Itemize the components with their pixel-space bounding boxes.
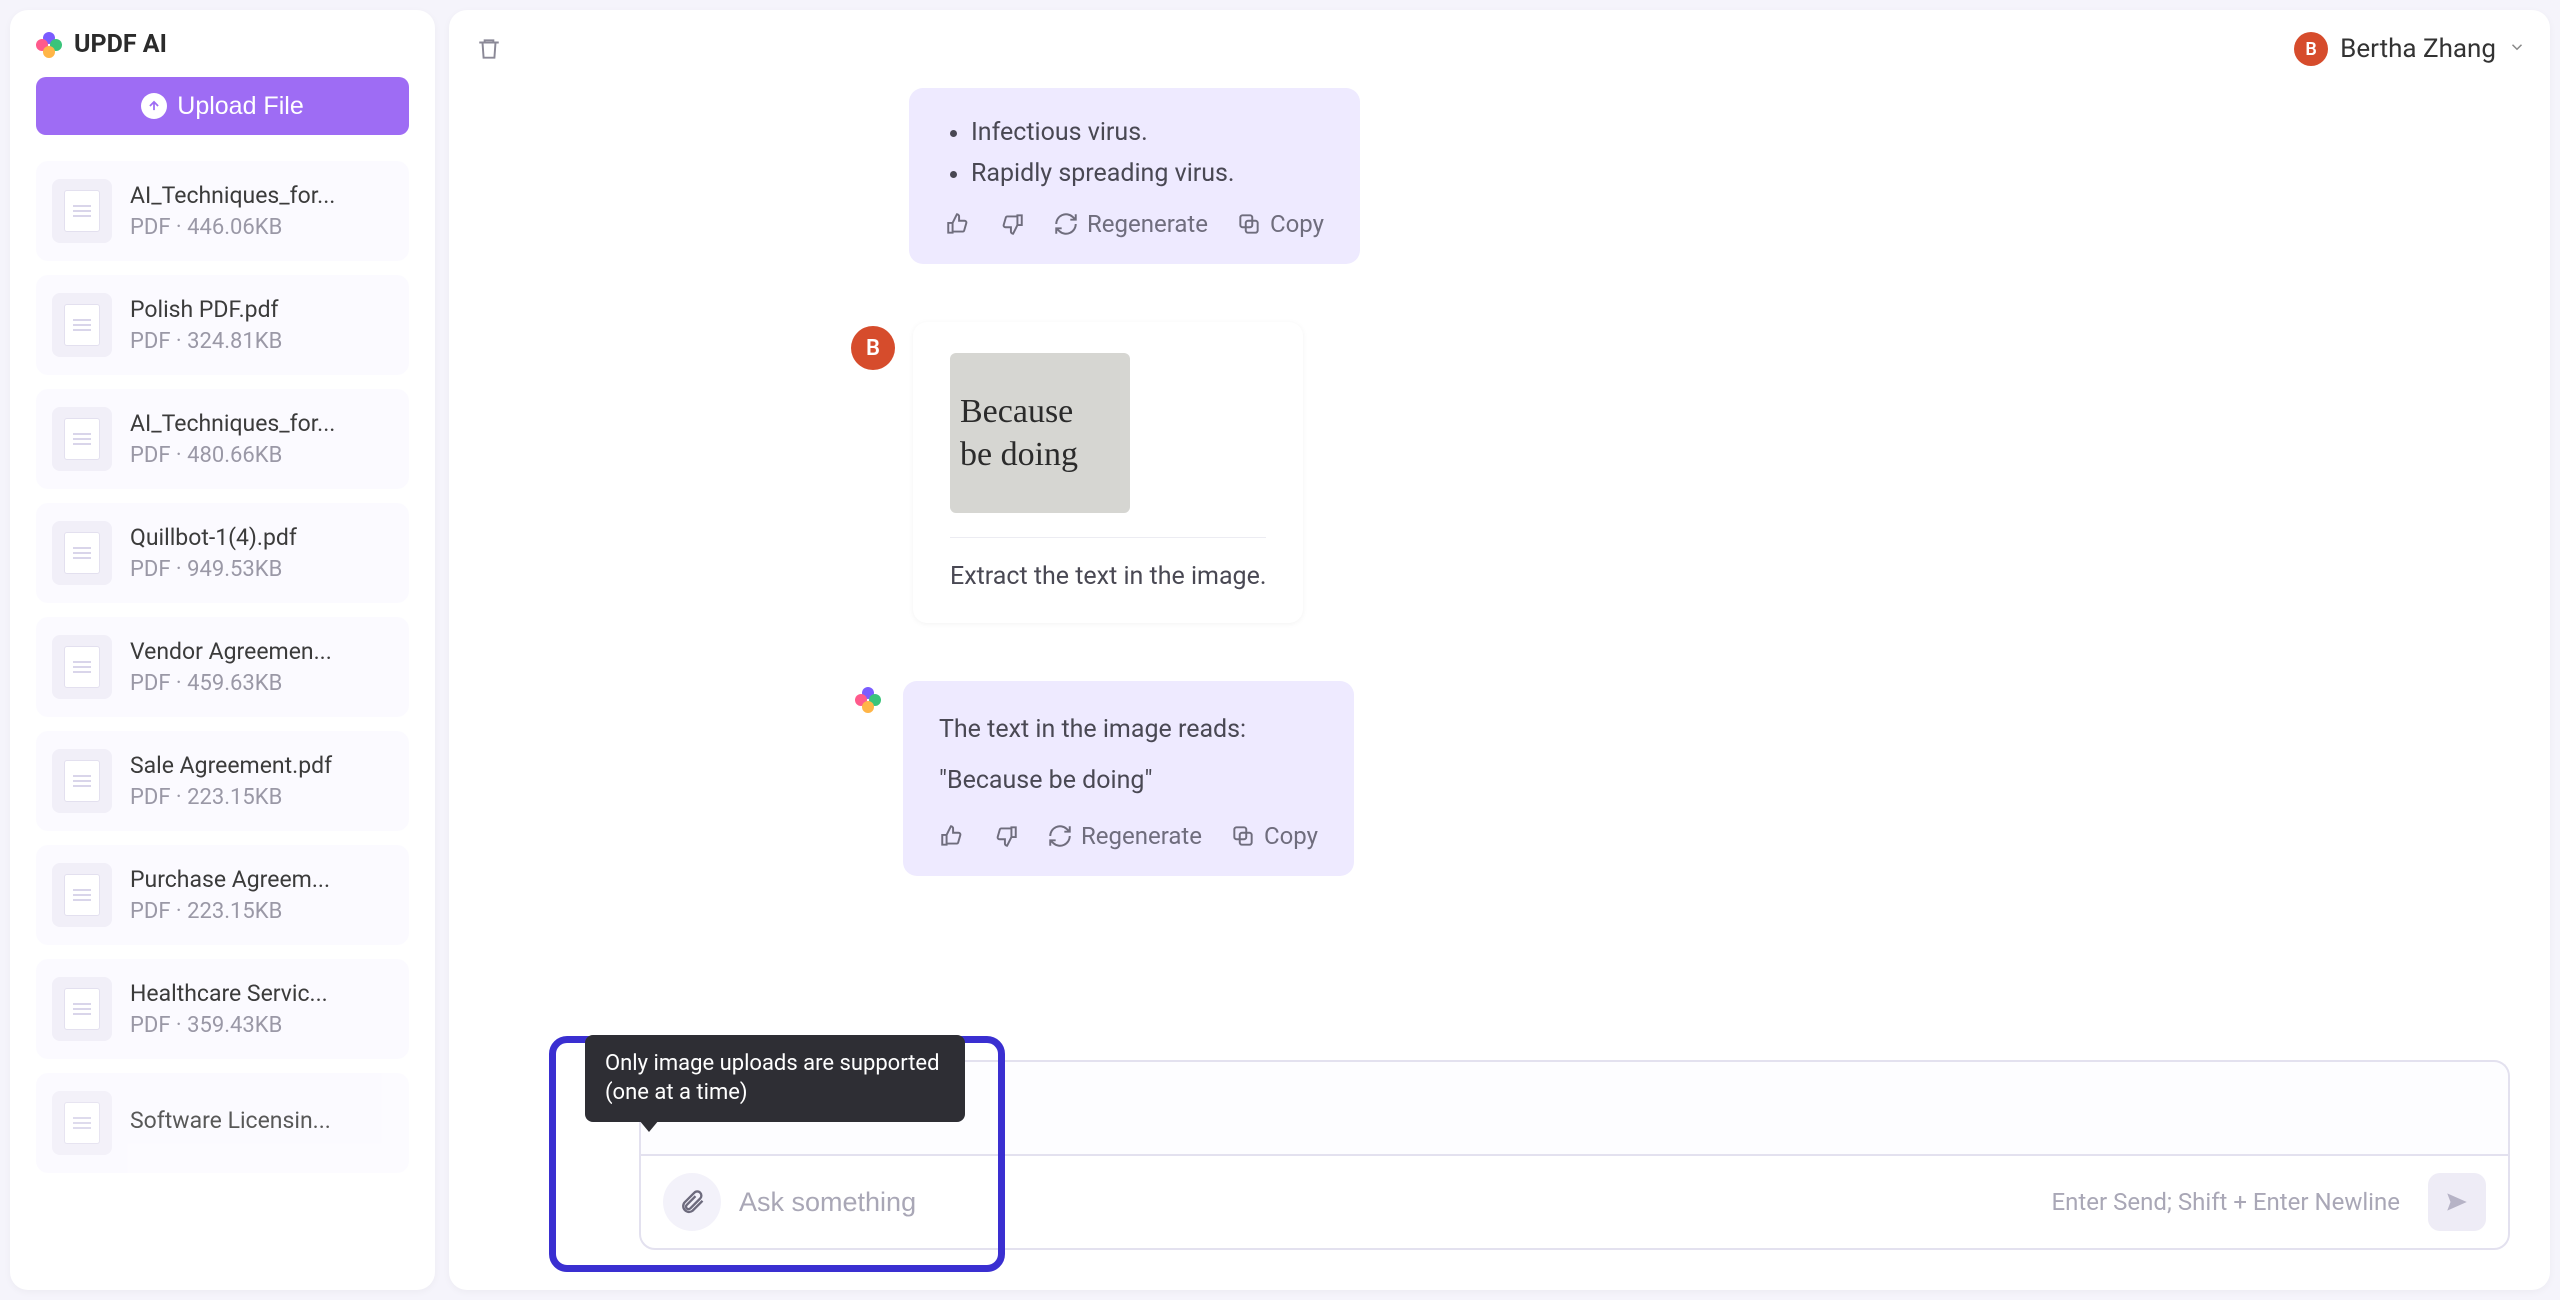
- thumbs-down-icon: [993, 823, 1019, 849]
- delete-button[interactable]: [473, 33, 505, 65]
- copy-button[interactable]: Copy: [1230, 822, 1318, 850]
- regenerate-label: Regenerate: [1081, 822, 1202, 850]
- trash-icon: [476, 36, 502, 62]
- file-name: Purchase Agreem...: [130, 866, 393, 893]
- file-list: AI_Techniques_for... PDF · 446.06KB Poli…: [36, 161, 409, 1270]
- thumbs-down-icon: [999, 211, 1025, 237]
- copy-icon: [1236, 211, 1262, 237]
- file-item[interactable]: Healthcare Servic... PDF · 359.43KB: [36, 959, 409, 1059]
- copy-label: Copy: [1264, 822, 1318, 850]
- file-name: Software Licensin...: [130, 1107, 393, 1134]
- file-name: Polish PDF.pdf: [130, 296, 393, 323]
- input-hint: Enter Send; Shift + Enter Newline: [2052, 1188, 2400, 1216]
- assistant-text: "Because be doing": [939, 762, 1318, 800]
- user-message: Because be doing Extract the text in the…: [913, 322, 1303, 623]
- file-name: Vendor Agreemen...: [130, 638, 393, 665]
- message-actions: Regenerate Copy: [939, 822, 1318, 850]
- main-panel: B Bertha Zhang Infectious virus. Rapidly…: [449, 10, 2550, 1290]
- thumbs-up-icon: [945, 211, 971, 237]
- image-text-line: Because: [960, 393, 1120, 430]
- brand-title: UPDF AI: [74, 30, 167, 59]
- copy-button[interactable]: Copy: [1236, 210, 1324, 238]
- file-meta: PDF · 459.63KB: [130, 671, 393, 696]
- thumbs-up-icon: [939, 823, 965, 849]
- file-icon: [52, 749, 112, 813]
- regenerate-label: Regenerate: [1087, 210, 1208, 238]
- file-item[interactable]: AI_Techniques_for... PDF · 446.06KB: [36, 161, 409, 261]
- upload-label: Upload File: [177, 92, 303, 121]
- file-meta: PDF · 223.15KB: [130, 785, 393, 810]
- user-name: Bertha Zhang: [2340, 34, 2496, 64]
- file-icon: [52, 863, 112, 927]
- image-text-line: be doing: [960, 436, 1120, 473]
- file-item[interactable]: AI_Techniques_for... PDF · 480.66KB: [36, 389, 409, 489]
- file-meta: PDF · 359.43KB: [130, 1013, 393, 1038]
- file-icon: [52, 293, 112, 357]
- assistant-bullet: Infectious virus.: [971, 118, 1324, 147]
- file-name: Quillbot-1(4).pdf: [130, 524, 393, 551]
- input-bar: Enter Send; Shift + Enter Newline: [639, 1154, 2510, 1250]
- message-actions: Regenerate Copy: [945, 210, 1324, 238]
- file-item[interactable]: Quillbot-1(4).pdf PDF · 949.53KB: [36, 503, 409, 603]
- file-meta: PDF · 324.81KB: [130, 329, 393, 354]
- message-input[interactable]: [739, 1187, 2034, 1218]
- file-icon: [52, 521, 112, 585]
- upload-button[interactable]: Upload File: [36, 77, 409, 135]
- file-name: Healthcare Servic...: [130, 980, 393, 1007]
- paperclip-icon: [678, 1188, 706, 1216]
- attach-button[interactable]: [663, 1173, 721, 1231]
- assistant-avatar-icon: [855, 687, 885, 717]
- refresh-icon: [1047, 823, 1073, 849]
- refresh-icon: [1053, 211, 1079, 237]
- file-icon: [52, 1091, 112, 1155]
- file-item[interactable]: Purchase Agreem... PDF · 223.15KB: [36, 845, 409, 945]
- file-name: Sale Agreement.pdf: [130, 752, 393, 779]
- copy-label: Copy: [1270, 210, 1324, 238]
- assistant-text: The text in the image reads:: [939, 711, 1318, 749]
- assistant-bullet: Rapidly spreading virus.: [971, 159, 1324, 188]
- file-icon: [52, 977, 112, 1041]
- brand-logo-icon: [36, 32, 62, 58]
- file-item[interactable]: Software Licensin...: [36, 1073, 409, 1173]
- file-meta: PDF · 480.66KB: [130, 443, 393, 468]
- file-name: AI_Techniques_for...: [130, 182, 393, 209]
- assistant-message: The text in the image reads: "Because be…: [903, 681, 1354, 876]
- chat-scroll: Infectious virus. Rapidly spreading viru…: [449, 88, 2550, 1060]
- thumbs-up-button[interactable]: [945, 211, 971, 237]
- regenerate-button[interactable]: Regenerate: [1047, 822, 1202, 850]
- file-icon: [52, 635, 112, 699]
- file-meta: PDF · 949.53KB: [130, 557, 393, 582]
- file-name: AI_Techniques_for...: [130, 410, 393, 437]
- avatar: B: [2294, 32, 2328, 66]
- user-avatar: B: [851, 326, 895, 370]
- file-item[interactable]: Vendor Agreemen... PDF · 459.63KB: [36, 617, 409, 717]
- composer: Only image uploads are supported (one at…: [449, 1060, 2550, 1290]
- user-prompt: Extract the text in the image.: [950, 558, 1266, 596]
- thumbs-down-button[interactable]: [999, 211, 1025, 237]
- file-icon: [52, 179, 112, 243]
- user-menu[interactable]: B Bertha Zhang: [2294, 32, 2526, 66]
- thumbs-up-button[interactable]: [939, 823, 965, 849]
- regenerate-button[interactable]: Regenerate: [1053, 210, 1208, 238]
- sidebar: UPDF AI Upload File AI_Techniques_for...…: [10, 10, 435, 1290]
- file-icon: [52, 407, 112, 471]
- copy-icon: [1230, 823, 1256, 849]
- assistant-message: Infectious virus. Rapidly spreading viru…: [909, 88, 1360, 264]
- send-icon: [2444, 1189, 2470, 1215]
- file-item[interactable]: Polish PDF.pdf PDF · 324.81KB: [36, 275, 409, 375]
- send-button[interactable]: [2428, 1173, 2486, 1231]
- uploaded-image[interactable]: Because be doing: [950, 353, 1130, 513]
- thumbs-down-button[interactable]: [993, 823, 1019, 849]
- chevron-down-icon: [2508, 38, 2526, 60]
- divider: [950, 537, 1266, 538]
- file-meta: PDF · 446.06KB: [130, 215, 393, 240]
- file-item[interactable]: Sale Agreement.pdf PDF · 223.15KB: [36, 731, 409, 831]
- tooltip: Only image uploads are supported (one at…: [585, 1035, 965, 1122]
- file-meta: PDF · 223.15KB: [130, 899, 393, 924]
- topbar: B Bertha Zhang: [449, 10, 2550, 88]
- upload-icon: [141, 93, 167, 119]
